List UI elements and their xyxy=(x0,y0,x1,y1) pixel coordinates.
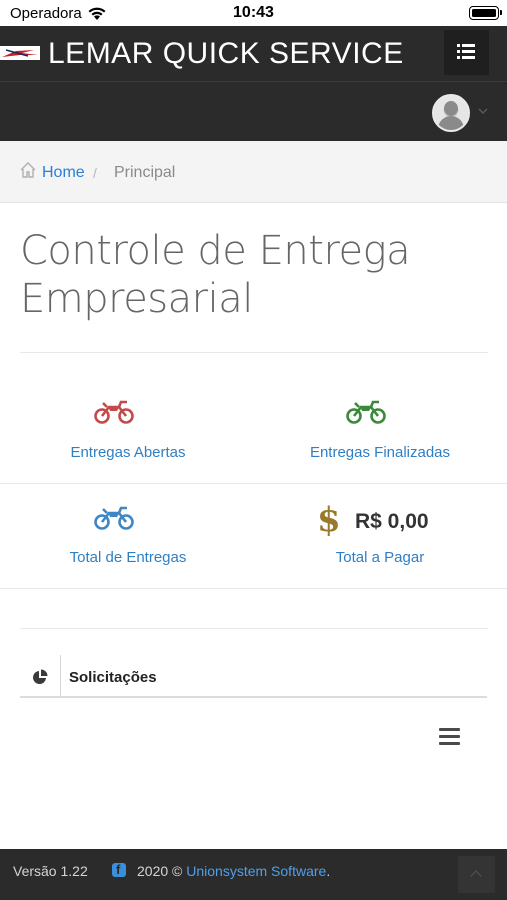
user-avatar[interactable] xyxy=(432,94,470,132)
requests-panel-header: Solicitações xyxy=(20,655,487,698)
menu-line xyxy=(439,742,460,745)
app-version: Versão 1.22 xyxy=(13,863,88,879)
page-title: Controle de Entrega Empresarial xyxy=(20,228,411,322)
stats-divider xyxy=(0,483,507,484)
breadcrumb-current: Principal xyxy=(114,164,176,181)
stat-open-deliveries[interactable]: Entregas Abertas xyxy=(20,444,236,461)
header-top-bar: LEMAR QUICK SERVICE xyxy=(0,26,507,82)
copyright-text: 2020 © xyxy=(137,863,183,879)
avatar-head xyxy=(444,101,458,116)
company-link[interactable]: Unionsystem Software xyxy=(186,863,326,879)
chevron-down-icon[interactable] xyxy=(478,106,488,116)
stat-finished-deliveries[interactable]: Entregas Finalizadas xyxy=(270,444,490,461)
stat-label: Entregas Abertas xyxy=(70,444,186,461)
menu-toggle-button[interactable] xyxy=(444,30,489,75)
stat-total-to-pay[interactable]: Total a Pagar xyxy=(270,549,490,566)
page-footer: Versão 1.22 2020 © Unionsystem Software. xyxy=(0,849,507,900)
menu-line xyxy=(439,728,460,731)
chart-menu-button[interactable] xyxy=(439,728,460,746)
stats-bottom-divider xyxy=(0,588,507,589)
panel-title: Solicitações xyxy=(69,669,157,686)
motorcycle-icon[interactable] xyxy=(345,399,387,425)
app-brand-title[interactable]: LEMAR QUICK SERVICE xyxy=(48,37,404,71)
list-icon xyxy=(457,44,475,59)
company-logo[interactable] xyxy=(0,46,40,60)
motorcycle-icon[interactable] xyxy=(93,399,135,425)
breadcrumb: Home / Principal xyxy=(0,141,507,203)
copyright: 2020 © Unionsystem Software. xyxy=(137,863,330,879)
copyright-period: . xyxy=(326,863,331,879)
pie-chart-icon xyxy=(33,669,48,684)
stat-label: Total de Entregas xyxy=(69,549,187,566)
title-divider xyxy=(20,352,488,353)
breadcrumb-home-link[interactable]: Home xyxy=(42,164,85,182)
facebook-icon[interactable] xyxy=(112,862,126,877)
app-header: LEMAR QUICK SERVICE xyxy=(0,26,507,141)
stat-label: Total a Pagar xyxy=(335,549,425,566)
panel-header-divider xyxy=(60,655,61,698)
avatar-body xyxy=(438,116,464,130)
home-icon xyxy=(20,162,36,178)
app-page: Operadora 10:43 LEMAR QUICK SERVICE Home… xyxy=(0,0,507,900)
stat-total-deliveries[interactable]: Total de Entregas xyxy=(20,549,236,566)
breadcrumb-separator: / xyxy=(93,165,97,181)
stat-label: Entregas Finalizadas xyxy=(309,444,451,461)
battery-icon xyxy=(469,6,502,20)
panel-top-divider xyxy=(20,628,488,629)
total-to-pay-value: R$ 0,00 xyxy=(355,510,429,533)
clock: 10:43 xyxy=(233,4,274,21)
menu-line xyxy=(439,735,460,738)
dollar-icon: $ xyxy=(317,500,341,540)
scroll-to-top-button[interactable] xyxy=(458,856,495,893)
status-bar: Operadora 10:43 xyxy=(0,0,507,26)
motorcycle-icon[interactable] xyxy=(93,505,135,531)
